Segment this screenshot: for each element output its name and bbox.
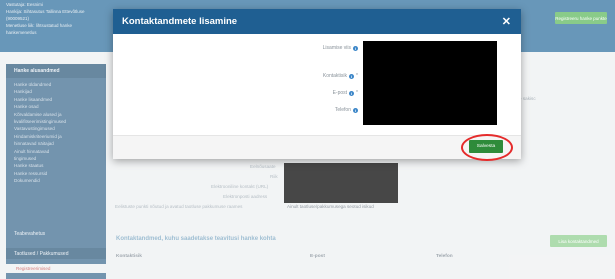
close-icon[interactable]: ✕ — [502, 15, 511, 28]
dialog-footer: Salvesta — [113, 134, 521, 161]
dialog-body: Lisamise viis i Kontaktisik i * E-post i… — [113, 34, 521, 135]
field-label-text: Telefon — [334, 107, 351, 113]
field-label-contact-person: Kontaktisik i * — [323, 73, 358, 79]
info-icon[interactable]: i — [353, 107, 358, 113]
field-label-phone: Telefon i — [335, 107, 358, 113]
save-button[interactable]: Salvesta — [469, 140, 503, 153]
field-label-text: Lisamise viis — [322, 45, 351, 51]
add-contact-dialog: Kontaktandmete lisamine ✕ Lisamise viis … — [113, 9, 521, 161]
info-icon[interactable]: i — [349, 90, 355, 96]
dialog-title: Kontaktandmete lisamine — [122, 16, 238, 27]
required-asterisk: * — [356, 90, 358, 96]
field-label-email: E-post i * — [333, 90, 358, 96]
field-label-adding-method: Lisamise viis i — [323, 45, 358, 51]
redacted-form-inputs[interactable] — [363, 41, 497, 125]
field-label-text: Kontaktisik — [322, 73, 348, 79]
info-icon[interactable]: i — [349, 73, 355, 79]
field-label-text: E-post — [332, 90, 348, 96]
info-icon[interactable]: i — [353, 45, 358, 51]
required-asterisk: * — [356, 73, 358, 79]
dialog-header: Kontaktandmete lisamine ✕ — [113, 9, 521, 34]
